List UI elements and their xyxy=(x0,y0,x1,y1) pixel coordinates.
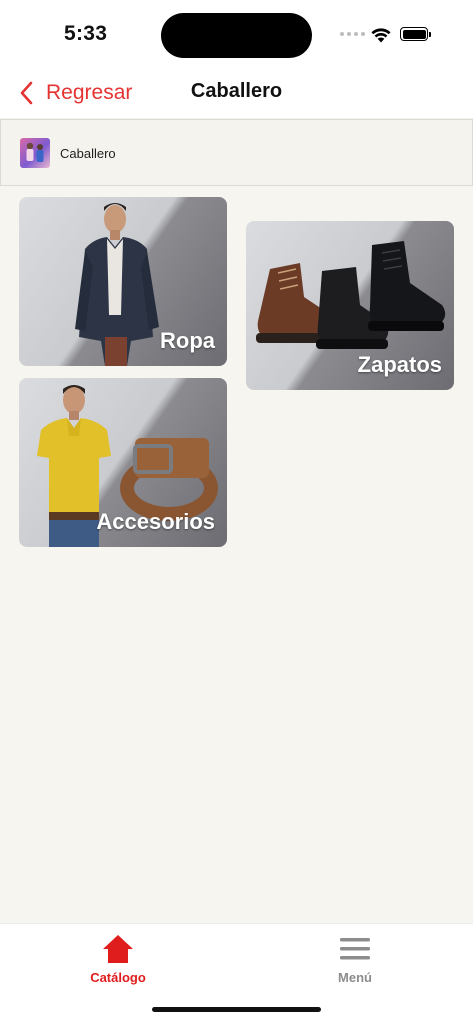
status-time: 5:33 xyxy=(64,22,108,45)
tab-label: Catálogo xyxy=(90,970,146,985)
hamburger-menu-icon xyxy=(340,938,370,960)
home-indicator xyxy=(152,1007,321,1012)
category-card-label: Ropa xyxy=(160,328,215,353)
dynamic-island xyxy=(161,13,312,58)
category-card-label: Zapatos xyxy=(357,352,442,377)
wifi-icon xyxy=(371,28,391,43)
chevron-left-icon xyxy=(20,81,33,105)
signal-dots-icon xyxy=(340,32,365,36)
category-card-label: Accesorios xyxy=(96,509,215,534)
back-button[interactable]: Regresar xyxy=(18,78,132,108)
tab-label: Menú xyxy=(338,970,372,985)
breadcrumb-label: Caballero xyxy=(60,146,116,161)
home-icon xyxy=(103,935,133,963)
breadcrumb[interactable]: Caballero xyxy=(0,119,473,186)
tab-catalogo[interactable]: Catálogo xyxy=(63,932,173,985)
tab-menu[interactable]: Menú xyxy=(300,932,410,985)
back-button-label: Regresar xyxy=(46,81,133,104)
category-card-ropa[interactable]: Ropa xyxy=(19,197,227,366)
breadcrumb-thumbnail xyxy=(20,138,50,168)
category-card-accesorios[interactable]: Accesorios xyxy=(19,378,227,547)
category-card-zapatos[interactable]: Zapatos xyxy=(246,221,454,390)
status-bar: 5:33 xyxy=(0,0,473,70)
navigation-bar: Regresar Caballero xyxy=(0,70,473,118)
battery-icon xyxy=(400,27,431,41)
